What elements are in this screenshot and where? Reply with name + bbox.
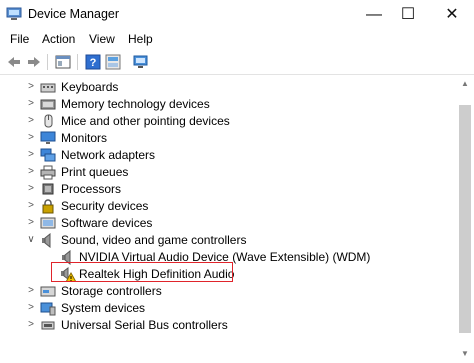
- help-icon[interactable]: ?: [85, 54, 101, 70]
- system-device-icon: [40, 302, 56, 316]
- tree-item-label: Universal Serial Bus controllers: [61, 318, 228, 332]
- vertical-scrollbar[interactable]: ▲ ▼: [456, 75, 474, 363]
- tree-item-mice[interactable]: > Mice and other pointing devices: [0, 113, 455, 130]
- keyboard-icon: [40, 83, 56, 93]
- chevron-right-icon[interactable]: >: [26, 166, 36, 178]
- speaker-icon: [42, 233, 51, 248]
- menu-action[interactable]: Action: [42, 32, 75, 46]
- monitor-icon: [40, 131, 56, 144]
- device-manager-app-icon: [6, 7, 22, 20]
- highlight-box: [51, 262, 233, 282]
- menu-help[interactable]: Help: [128, 32, 153, 46]
- chevron-right-icon[interactable]: >: [26, 302, 36, 314]
- close-button[interactable]: ✕: [432, 0, 472, 30]
- tree-item-keyboards[interactable]: > Keyboards: [0, 79, 455, 96]
- security-device-icon: [42, 199, 54, 214]
- chevron-down-icon[interactable]: ∨: [26, 234, 36, 246]
- toolbar: ?: [0, 50, 474, 75]
- chevron-right-icon[interactable]: >: [26, 200, 36, 212]
- memory-device-icon: [40, 99, 56, 110]
- tree-item-processors[interactable]: > Processors: [0, 181, 455, 198]
- processor-icon: [42, 183, 54, 195]
- tree-item-security-devices[interactable]: > Security devices: [0, 198, 455, 215]
- tree-item-system-devices[interactable]: > System devices: [0, 300, 455, 317]
- scan-hardware-icon[interactable]: [133, 54, 149, 70]
- update-driver-icon[interactable]: [105, 54, 121, 70]
- tree-item-label: Monitors: [61, 131, 108, 145]
- forward-arrow-icon[interactable]: [26, 54, 42, 70]
- chevron-right-icon[interactable]: >: [26, 319, 36, 331]
- back-arrow-icon[interactable]: [6, 54, 22, 70]
- tree-item-software-devices[interactable]: > Software devices: [0, 215, 455, 232]
- tree-item-label: Mice and other pointing devices: [61, 114, 230, 128]
- scroll-down-arrow-icon[interactable]: ▼: [459, 347, 471, 361]
- tree-item-label: Processors: [61, 182, 122, 196]
- chevron-right-icon[interactable]: >: [26, 183, 36, 195]
- chevron-right-icon[interactable]: >: [26, 285, 36, 297]
- scrollbar-thumb[interactable]: [459, 105, 471, 333]
- printer-icon: [40, 165, 56, 180]
- maximize-button[interactable]: ☐: [388, 0, 428, 30]
- menu-bar: File Action View Help: [0, 30, 474, 50]
- chevron-right-icon[interactable]: >: [26, 98, 36, 110]
- device-tree[interactable]: > Keyboards > Memory technology devices …: [0, 75, 455, 363]
- chevron-right-icon[interactable]: >: [26, 115, 36, 127]
- window-title: Device Manager: [28, 7, 120, 21]
- tree-item-label: Software devices: [61, 216, 153, 230]
- tree-item-print-queues[interactable]: > Print queues: [0, 164, 455, 181]
- tree-item-label: Print queues: [61, 165, 129, 179]
- title-bar: Device Manager — ☐ ✕: [0, 0, 474, 30]
- tree-item-label: System devices: [61, 301, 146, 315]
- tree-item-usb-controllers[interactable]: > Universal Serial Bus controllers: [0, 317, 455, 334]
- tree-item-label: Sound, video and game controllers: [61, 233, 247, 247]
- tree-item-label: Keyboards: [61, 80, 119, 94]
- network-adapter-icon: [40, 148, 56, 162]
- properties-icon[interactable]: [55, 54, 71, 70]
- tree-item-label: Memory technology devices: [61, 97, 210, 111]
- software-device-icon: [40, 217, 56, 229]
- tree-item-monitors[interactable]: > Monitors: [0, 130, 455, 147]
- tree-item-label: Network adapters: [61, 148, 156, 162]
- tree-item-label: Storage controllers: [61, 284, 162, 298]
- svg-text:?: ?: [90, 57, 97, 69]
- menu-file[interactable]: File: [10, 32, 29, 46]
- tree-item-memory-technology-devices[interactable]: > Memory technology devices: [0, 96, 455, 113]
- usb-icon: [41, 321, 55, 330]
- tree-item-network-adapters[interactable]: > Network adapters: [0, 147, 455, 164]
- scroll-up-arrow-icon[interactable]: ▲: [459, 77, 471, 91]
- tree-item-storage-controllers[interactable]: > Storage controllers: [0, 283, 455, 300]
- menu-view[interactable]: View: [89, 32, 115, 46]
- toolbar-separator: [77, 54, 78, 70]
- tree-item-sound-video-game-controllers[interactable]: ∨ Sound, video and game controllers: [0, 232, 455, 249]
- chevron-right-icon[interactable]: >: [26, 217, 36, 229]
- chevron-right-icon[interactable]: >: [26, 81, 36, 93]
- chevron-right-icon[interactable]: >: [26, 132, 36, 144]
- chevron-right-icon[interactable]: >: [26, 149, 36, 161]
- toolbar-separator: [47, 54, 48, 70]
- tree-item-label: Security devices: [61, 199, 149, 213]
- storage-controller-icon: [40, 286, 56, 297]
- mouse-icon: [44, 114, 53, 128]
